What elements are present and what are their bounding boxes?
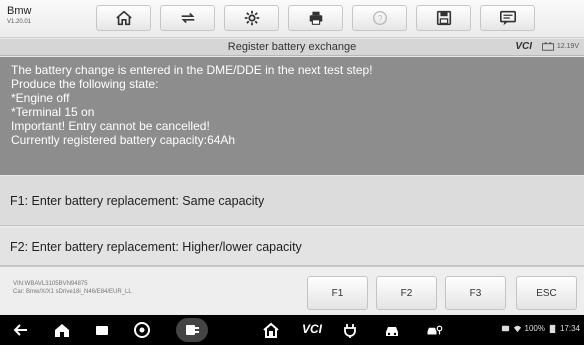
back-icon xyxy=(13,324,27,336)
message-line: Important! Entry cannot be cancelled! xyxy=(11,119,210,133)
vehicle-swap-icon xyxy=(181,12,194,24)
power-button[interactable] xyxy=(341,321,359,339)
option-same-capacity[interactable]: F1: Enter battery replacement: Same capa… xyxy=(0,176,584,226)
option-label: F2: Enter battery replacement: Higher/lo… xyxy=(10,239,302,254)
top-toolbar: Bmw V1.20.01 ? xyxy=(0,0,584,38)
chrome-icon xyxy=(134,322,150,338)
gear-icon xyxy=(244,10,259,26)
help-icon: ? xyxy=(372,10,387,26)
message-button[interactable] xyxy=(480,5,535,31)
system-nav-bar: VCI 100% 17:34 xyxy=(0,315,584,345)
vehicle-info: VIN:WBAVL3105BVN94875 Car: Bmw/X/X1 sDri… xyxy=(13,280,132,296)
power-plug-icon xyxy=(344,324,356,338)
wifi-icon xyxy=(513,325,521,333)
app-name: Bmw xyxy=(7,5,32,17)
clock: 17:34 xyxy=(559,324,580,333)
notification-icon xyxy=(501,325,509,332)
autel-home-button[interactable] xyxy=(262,321,280,339)
vin-text: VIN:WBAVL3105BVN94875 xyxy=(13,281,88,287)
save-icon xyxy=(436,10,451,26)
svg-text:?: ? xyxy=(377,14,382,24)
battery-percent: 100% xyxy=(524,324,545,333)
service-button[interactable] xyxy=(423,321,447,339)
car-button[interactable] xyxy=(383,321,401,339)
car-icon xyxy=(386,327,398,336)
vehicle-swap-button[interactable] xyxy=(160,5,215,31)
vehicle-diagnosis-icon xyxy=(186,325,199,335)
f1-button[interactable]: F1 xyxy=(307,276,368,310)
battery-voltage: 12.19V xyxy=(541,42,579,51)
battery-icon xyxy=(541,42,554,51)
status-area: 100% 17:34 xyxy=(501,324,580,333)
message-line: Produce the following state: xyxy=(11,77,159,91)
android-home-icon xyxy=(55,324,69,337)
message-icon xyxy=(499,10,516,26)
settings-button[interactable] xyxy=(224,5,279,31)
app-identity: Bmw V1.20.01 xyxy=(7,5,32,26)
diagnosis-nav-button[interactable] xyxy=(176,318,208,342)
message-line: Currently registered battery capacity:64… xyxy=(11,133,236,147)
option-higher-lower-capacity[interactable]: F2: Enter battery replacement: Higher/lo… xyxy=(0,228,584,266)
f3-button[interactable]: F3 xyxy=(445,276,506,310)
recent-apps-button[interactable] xyxy=(93,321,111,339)
back-nav-button[interactable] xyxy=(12,321,30,339)
vci-nav-label[interactable]: VCI xyxy=(302,322,322,336)
car-text: Car: Bmw/X/X1 sDrive18i_N46/E84/EUR_LL xyxy=(13,289,132,295)
message-panel: The battery change is entered in the DME… xyxy=(0,57,584,175)
home-nav-button[interactable] xyxy=(53,321,71,339)
page-title: Register battery exchange xyxy=(227,41,357,53)
home-icon xyxy=(115,10,132,26)
autel-home-icon xyxy=(263,322,279,338)
home-button[interactable] xyxy=(96,5,151,31)
app-version: V1.20.01 xyxy=(7,19,32,25)
browser-button[interactable] xyxy=(133,321,151,339)
function-key-bar: VIN:WBAVL3105BVN94875 Car: Bmw/X/X1 sDri… xyxy=(0,266,584,314)
f2-button[interactable]: F2 xyxy=(376,276,437,310)
diagnostic-screen: Bmw V1.20.01 ? Register battery exchange… xyxy=(0,0,584,345)
message-line: The battery change is entered in the DME… xyxy=(11,63,373,77)
recent-apps-icon xyxy=(96,326,108,335)
battery-voltage-value: 12.19V xyxy=(556,43,579,50)
vci-indicator: VCI xyxy=(515,41,532,52)
print-button[interactable] xyxy=(288,5,343,31)
title-bar: Register battery exchange VCI 12.19V xyxy=(0,39,584,56)
message-line: *Terminal 15 on xyxy=(11,105,95,119)
print-icon xyxy=(309,11,322,25)
car-service-icon xyxy=(427,325,443,335)
option-label: F1: Enter battery replacement: Same capa… xyxy=(10,193,265,208)
save-button[interactable] xyxy=(416,5,471,31)
message-line: *Engine off xyxy=(11,91,70,105)
esc-button[interactable]: ESC xyxy=(516,276,577,310)
battery-status-icon xyxy=(549,324,556,333)
help-button[interactable]: ? xyxy=(352,5,407,31)
